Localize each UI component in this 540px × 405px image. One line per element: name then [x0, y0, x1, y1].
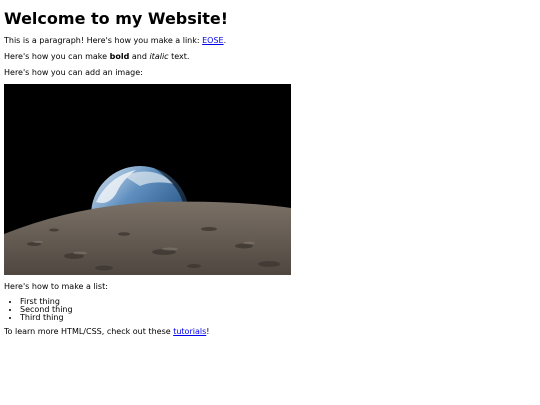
paragraph-formatting: Here's how you can make bold and italic …	[4, 52, 536, 62]
bulleted-list: First thing Second thing Third thing	[4, 298, 536, 322]
list-item: First thing	[20, 298, 536, 306]
italic-text: italic	[149, 52, 169, 61]
paragraph-link: This is a paragraph! Here's how you make…	[4, 36, 536, 46]
tutorials-link[interactable]: tutorials	[173, 327, 206, 336]
eose-link[interactable]: EOSE	[202, 36, 223, 45]
page-title: Welcome to my Website!	[4, 9, 229, 28]
paragraph-text: !	[206, 327, 210, 336]
paragraph-text: To learn more HTML/CSS, check out these	[4, 327, 174, 336]
bold-text: bold	[109, 52, 130, 61]
paragraph-list-intro: Here's how to make a list:	[4, 282, 108, 291]
list-item: Second thing	[20, 306, 536, 314]
page: Welcome to my Website! This is a paragra…	[0, 9, 540, 337]
paragraph-text: text.	[168, 52, 190, 61]
paragraph-text: .	[223, 36, 227, 45]
paragraph-text: Here's how you can make	[4, 52, 110, 61]
paragraph-image-intro: Here's how you can add an image:	[4, 68, 143, 77]
paragraph-tutorials: To learn more HTML/CSS, check out these …	[4, 327, 536, 337]
paragraph-text: and	[129, 52, 150, 61]
paragraph-text: This is a paragraph! Here's how you make…	[4, 36, 203, 45]
earthrise-image	[4, 84, 291, 275]
list-item: Third thing	[20, 314, 536, 322]
